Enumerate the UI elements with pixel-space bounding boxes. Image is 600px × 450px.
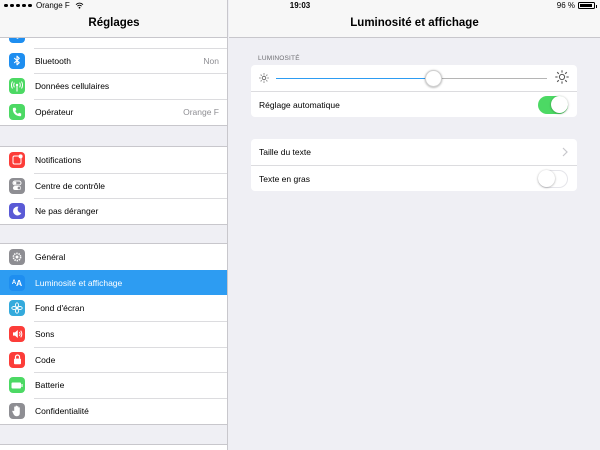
bold-text-row: Texte en gras: [251, 165, 577, 191]
sidebar-item-value: Orange F: [183, 106, 219, 117]
sidebar-title: Réglages: [88, 17, 140, 29]
sidebar-item-passcode[interactable]: Code: [0, 346, 227, 373]
battery-icon: [9, 377, 25, 394]
sidebar-item-label: Général: [35, 251, 66, 262]
sidebar-item-sounds[interactable]: Sons: [0, 321, 227, 347]
sidebar-item-label: Bluetooth: [35, 55, 71, 66]
sidebar-item-label: Opérateur: [35, 106, 74, 117]
text-size-icon: AA: [9, 274, 25, 291]
sun-large-icon: [555, 70, 569, 84]
sidebar-item-wallpaper[interactable]: Fond d'écran: [0, 295, 227, 321]
sidebar-item-label: Ne pas déranger: [35, 206, 99, 217]
brightness-slider-thumb[interactable]: [424, 69, 442, 87]
battery-status-icon: [578, 2, 597, 9]
sidebar-item-label: Notifications: [35, 154, 82, 165]
brightness-slider-row: [251, 65, 577, 91]
sidebar-group-device: Général AA Luminosité et affichage Fond …: [0, 243, 227, 425]
status-bar: Orange F 19:03 96 %: [0, 0, 600, 12]
bold-text-label: Texte en gras: [259, 173, 311, 184]
notifications-icon: [9, 151, 25, 168]
sidebar-item-label: Luminosité et affichage: [35, 277, 123, 288]
sidebar-item-label: Sons: [35, 328, 55, 339]
phone-icon: [9, 103, 25, 120]
sidebar-item-notifications[interactable]: Notifications: [0, 147, 227, 173]
sidebar-item-value: Non: [203, 55, 219, 66]
sidebar-item-do-not-disturb[interactable]: Ne pas déranger: [0, 198, 227, 224]
sidebar-item-label: Fond d'écran: [35, 303, 85, 314]
speaker-icon: [9, 325, 25, 342]
sidebar-item-cellular[interactable]: Données cellulaires: [0, 73, 227, 99]
page-title: Luminosité et affichage: [350, 17, 479, 29]
status-right: 96 %: [556, 1, 597, 10]
flower-icon: [9, 300, 25, 317]
lock-icon: [9, 351, 25, 368]
auto-brightness-label: Réglage automatique: [259, 99, 340, 110]
sidebar-item-carrier[interactable]: Opérateur Orange F: [0, 99, 227, 125]
sidebar-item-label: Batterie: [35, 380, 65, 391]
brightness-slider[interactable]: [276, 69, 547, 87]
sidebar-group-partial: [0, 444, 227, 450]
hand-icon: [9, 402, 25, 419]
sidebar-item-label: Confidentialité: [35, 405, 89, 416]
battery-tip: [595, 4, 597, 8]
detail-pane: Luminosité et affichage LUMINOSITÉ Régla…: [229, 0, 600, 450]
text-settings-card: Taille du texte Texte en gras: [251, 139, 577, 191]
auto-brightness-toggle[interactable]: [538, 95, 568, 114]
battery-percentage: 96 %: [556, 1, 575, 10]
toggle-knob: [550, 96, 568, 113]
moon-icon: [9, 203, 25, 220]
text-size-row[interactable]: Taille du texte: [251, 139, 577, 165]
antenna-icon: [9, 78, 25, 95]
gear-icon: [9, 248, 25, 265]
auto-brightness-row: Réglage automatique: [251, 91, 577, 117]
toggle-knob: [538, 169, 555, 187]
sidebar-item-privacy[interactable]: Confidentialité: [0, 398, 227, 424]
sidebar: Wi-Fi Livebox-3E4F Bluetooth Non Données…: [0, 0, 228, 450]
brightness-section-label: LUMINOSITÉ: [258, 55, 300, 62]
sidebar-item-battery[interactable]: Batterie: [0, 372, 227, 398]
sidebar-item-bluetooth[interactable]: Bluetooth Non: [0, 47, 227, 74]
sun-small-icon: [259, 73, 269, 83]
sidebar-item-label: Code: [35, 354, 56, 365]
brightness-card: Réglage automatique: [251, 65, 577, 117]
battery-fill: [580, 4, 593, 7]
toggles-icon: [9, 177, 25, 194]
status-time: 19:03: [289, 1, 311, 10]
sidebar-item-general[interactable]: Général: [0, 244, 227, 270]
sidebar-item-control-center[interactable]: Centre de contrôle: [0, 172, 227, 199]
bold-text-toggle[interactable]: [538, 169, 568, 188]
sidebar-item-display-brightness[interactable]: AA Luminosité et affichage: [0, 269, 227, 296]
bluetooth-icon: [9, 52, 25, 69]
sidebar-item-label: Centre de contrôle: [35, 180, 105, 191]
text-size-label: Taille du texte: [259, 147, 311, 157]
chevron-right-icon: [562, 147, 568, 157]
sidebar-group-system: Notifications Centre de contrôle Ne pas …: [0, 146, 227, 226]
brightness-slider-fill: [276, 77, 434, 79]
sidebar-item-label: Données cellulaires: [35, 81, 110, 92]
